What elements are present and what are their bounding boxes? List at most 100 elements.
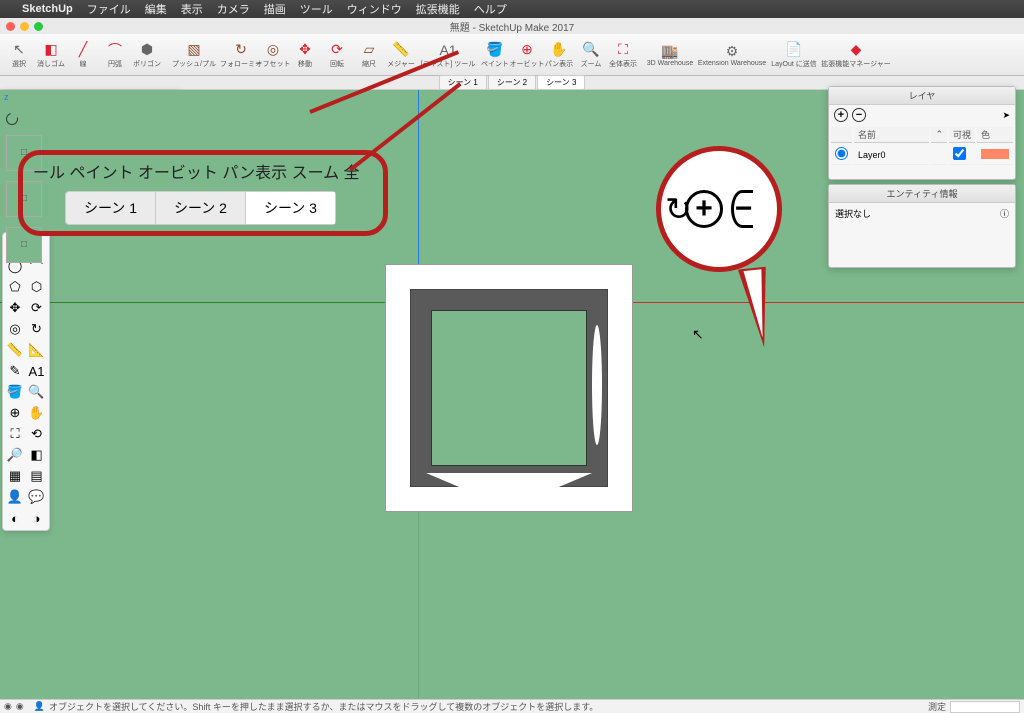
palette-tool-21[interactable]: ◧ [27, 445, 47, 465]
entity-info-icon[interactable]: ⓘ [1000, 207, 1009, 220]
menu-extensions[interactable]: 拡張機能 [416, 1, 460, 17]
callout2-minus-icon: − [731, 190, 753, 228]
palette-tool-18[interactable]: ⛶ [5, 424, 25, 444]
tb-layout[interactable]: 📄LayOut に送信 [764, 41, 824, 69]
menu-camera[interactable]: カメラ [217, 1, 250, 17]
zoom-button[interactable] [34, 22, 43, 31]
tb-line[interactable]: ╱線 [68, 41, 98, 69]
col-visible[interactable]: 可視 [949, 127, 975, 143]
menu-window[interactable]: ウィンドウ [347, 1, 402, 17]
palette-tool-17[interactable]: ✋ [27, 403, 47, 423]
palette-tool-19[interactable]: ⟲ [27, 424, 47, 444]
palette-tool-13[interactable]: A1 [27, 361, 47, 381]
tb-move[interactable]: ✥移動 [290, 41, 320, 69]
tb-orbit[interactable]: ⊕オービット [512, 41, 542, 69]
palette-tool-9[interactable]: ↻ [27, 319, 47, 339]
layer-add-button[interactable]: + [834, 108, 848, 122]
palette-tool-14[interactable]: 🪣 [5, 382, 25, 402]
tb-eraser[interactable]: ◧消しゴム [36, 41, 66, 69]
tb-offset[interactable]: ◎オフセット [258, 41, 288, 69]
palette-tool-4[interactable]: ⬠ [5, 277, 25, 297]
tb-zoom-extents[interactable]: ⛶全体表示 [608, 41, 638, 69]
palette-tool-27[interactable]: ◑ [27, 508, 47, 528]
line-icon: ╱ [74, 41, 92, 59]
palette-tool-24[interactable]: 👤 [5, 487, 25, 507]
line-label: 線 [80, 59, 87, 69]
layer-menu-icon[interactable]: ➤ [1002, 110, 1010, 121]
menu-draw[interactable]: 描画 [264, 1, 286, 17]
entity-info-panel[interactable]: エンティティ情報 選択なし ⓘ [828, 184, 1016, 268]
menu-help[interactable]: ヘルプ [474, 1, 507, 17]
menu-edit[interactable]: 編集 [145, 1, 167, 17]
palette-tool-8[interactable]: ◎ [5, 319, 25, 339]
3dw-label: 3D Warehouse [647, 60, 693, 67]
tb-arc[interactable]: ⌒円弧 [100, 41, 130, 69]
layer-active-radio[interactable] [835, 147, 848, 160]
callout1-tab-1[interactable]: シーン 1 [66, 192, 156, 224]
window-title: 無題 - SketchUp Make 2017 [450, 19, 575, 34]
callout1-tab-3[interactable]: シーン 3 [246, 192, 335, 224]
scale-label: 縮尺 [362, 59, 376, 69]
shape-icon: ⬢ [138, 41, 156, 59]
palette-tool-11[interactable]: 📐 [27, 340, 47, 360]
scene-tab-2[interactable]: シーン 2 [488, 75, 536, 90]
tb-ext-mgr[interactable]: ◆拡張機能マネージャー [826, 41, 886, 69]
col-color[interactable]: 色 [977, 127, 1013, 143]
layer-color-swatch[interactable] [981, 149, 1009, 159]
layer-name[interactable]: Layer0 [854, 145, 929, 165]
scene-tab-1[interactable]: シーン 1 [439, 75, 487, 90]
eraser-label: 消しゴム [37, 59, 65, 69]
minimize-button[interactable] [20, 22, 29, 31]
shape-label: ポリゴン [133, 59, 161, 69]
tb-3dw[interactable]: 🏬3D Warehouse [640, 42, 700, 67]
traffic-lights[interactable] [6, 22, 43, 31]
palette-tool-25[interactable]: 💬 [27, 487, 47, 507]
tb-pushpull[interactable]: ▧プッシュ/プル [164, 41, 224, 69]
tb-scale[interactable]: ▱縮尺 [354, 41, 384, 69]
zoom-extents-icon: ⛶ [614, 41, 632, 59]
model-object[interactable] [385, 264, 633, 512]
ext-mgr-label: 拡張機能マネージャー [821, 59, 891, 69]
layer-row[interactable]: Layer0 [831, 145, 1013, 165]
col-name[interactable]: 名前 [854, 127, 929, 143]
palette-tool-22[interactable]: ▦ [5, 466, 25, 486]
layer-visible-checkbox[interactable] [953, 147, 966, 160]
scene-tab-3[interactable]: シーン 3 [537, 75, 585, 90]
tb-pan[interactable]: ✋パン表示 [544, 41, 574, 69]
status-icon-2[interactable]: ◉ [16, 701, 24, 712]
palette-tool-5[interactable]: ⬡ [27, 277, 47, 297]
status-icon-1[interactable]: ◉ [4, 701, 12, 712]
palette-tool-26[interactable]: ◐ [5, 508, 25, 528]
tb-rotate[interactable]: ⟳回転 [322, 41, 352, 69]
tb-paint[interactable]: 🪣ペイント [480, 41, 510, 69]
status-icon-3[interactable]: 👤 [34, 701, 45, 712]
palette-tool-12[interactable]: ✎ [5, 361, 25, 381]
menu-file[interactable]: ファイル [87, 1, 131, 17]
arc-icon: ⌒ [106, 41, 124, 59]
menu-view[interactable]: 表示 [181, 1, 203, 17]
tb-shape[interactable]: ⬢ポリゴン [132, 41, 162, 69]
layers-panel[interactable]: レイヤ + − ➤ 名前 ⌃ 可視 色 Layer0 [828, 86, 1016, 180]
tool-palette: ▭╱◯⌒⬠⬡✥⟳◎↻📏📐✎A1🪣🔍⊕✋⛶⟲🔎◧▦▤👤💬◐◑ [2, 232, 50, 531]
menu-tools[interactable]: ツール [300, 1, 333, 17]
palette-tool-20[interactable]: 🔎 [5, 445, 25, 465]
tb-zoom[interactable]: 🔍ズーム [576, 41, 606, 69]
tb-follow[interactable]: ↻フォローミー [226, 41, 256, 69]
callout1-tab-2[interactable]: シーン 2 [156, 192, 246, 224]
tb-select[interactable]: ↖選択 [4, 41, 34, 69]
tb-ew[interactable]: ⚙Extension Warehouse [702, 42, 762, 67]
palette-tool-6[interactable]: ✥ [5, 298, 25, 318]
palette-tool-15[interactable]: 🔍 [27, 382, 47, 402]
close-button[interactable] [6, 22, 15, 31]
palette-tool-16[interactable]: ⊕ [5, 403, 25, 423]
app-name[interactable]: SketchUp [22, 3, 73, 15]
status-text: オブジェクトを選択してください。Shift キーを押したまま選択するか、またはマ… [49, 700, 598, 713]
measurement-input[interactable] [950, 701, 1020, 713]
palette-tool-23[interactable]: ▤ [27, 466, 47, 486]
palette-tool-10[interactable]: 📏 [5, 340, 25, 360]
pushpull-label: プッシュ/プル [172, 59, 216, 69]
tb-tape[interactable]: 📏メジャー [386, 41, 416, 69]
layer-remove-button[interactable]: − [852, 108, 866, 122]
layers-panel-title: レイヤ [829, 87, 1015, 105]
palette-tool-7[interactable]: ⟳ [27, 298, 47, 318]
